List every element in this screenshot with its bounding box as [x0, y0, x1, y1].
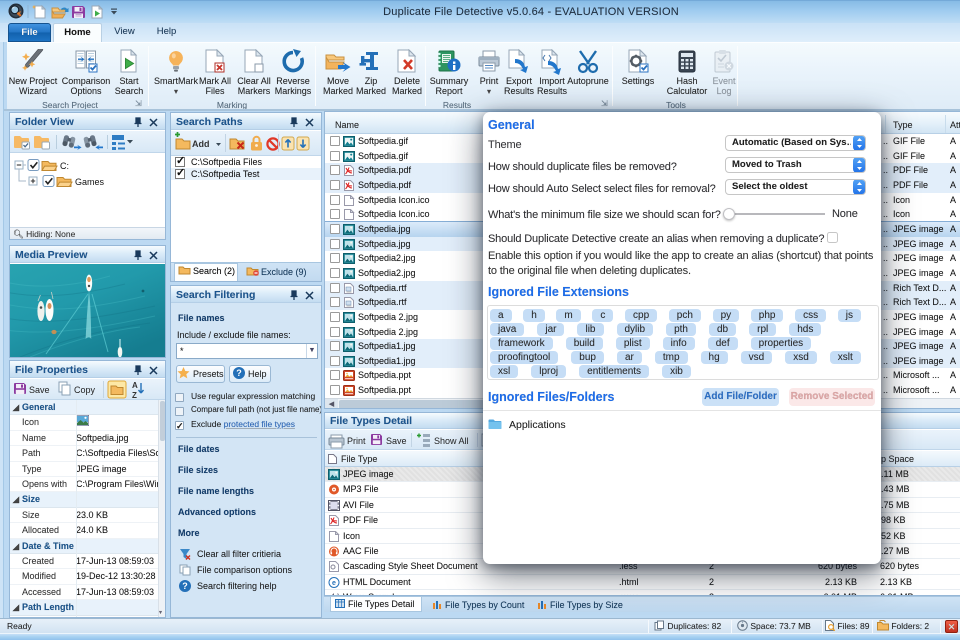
svg-text:C:: C:: [60, 161, 69, 171]
svg-text:Save: Save: [29, 385, 50, 395]
svg-text:A: A: [132, 381, 138, 390]
svg-text:Show All: Show All: [434, 436, 469, 446]
svg-text:?: ?: [237, 368, 243, 378]
svg-text:?: ?: [182, 581, 188, 591]
svg-text:Z: Z: [132, 391, 137, 400]
svg-text:e: e: [332, 580, 336, 587]
svg-text:Add: Add: [192, 139, 210, 149]
svg-text:Print: Print: [347, 436, 366, 446]
svg-text:Copy: Copy: [74, 385, 96, 395]
svg-text:Games: Games: [75, 177, 105, 187]
svg-text:Save: Save: [386, 436, 407, 446]
